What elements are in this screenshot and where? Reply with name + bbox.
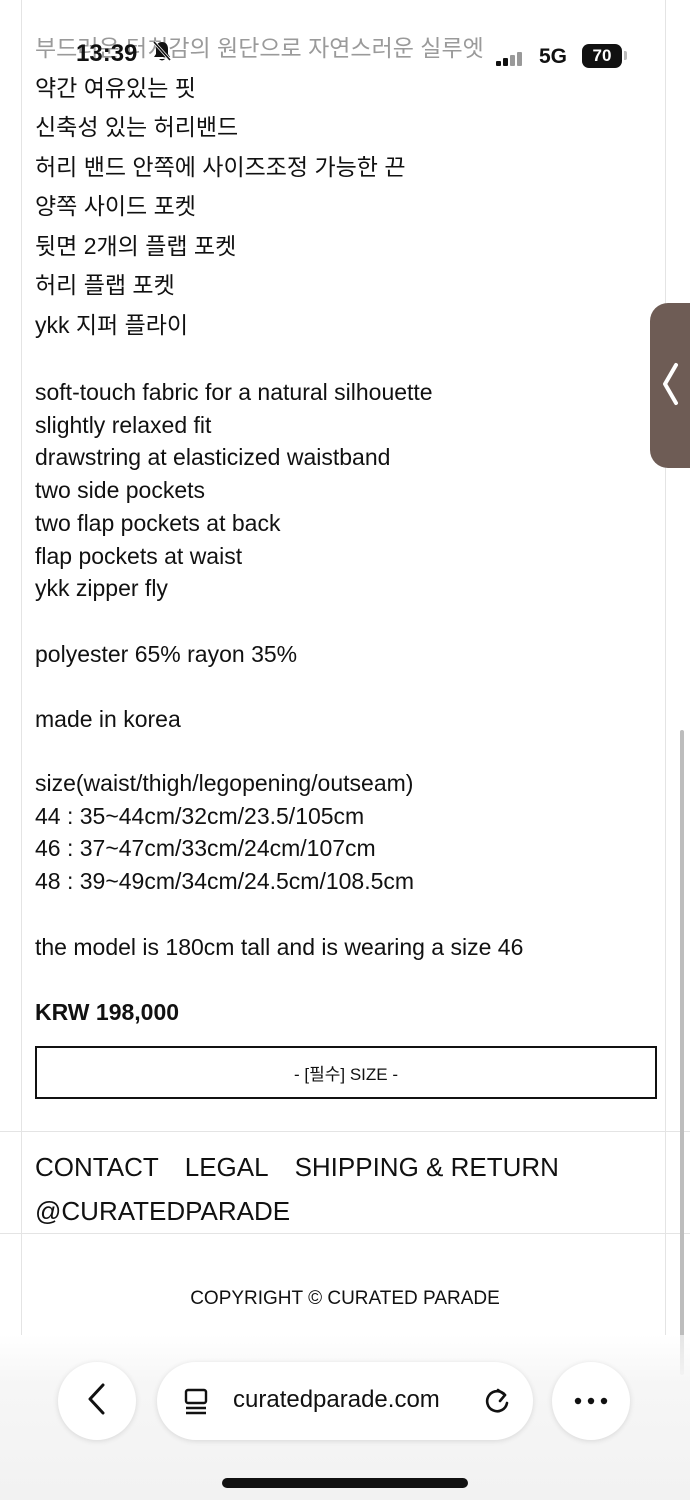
home-indicator[interactable]	[222, 1478, 468, 1488]
size-select[interactable]: - [필수] SIZE -	[35, 1046, 657, 1099]
reload-icon[interactable]	[483, 1386, 511, 1421]
description-line: slightly relaxed fit	[35, 411, 212, 438]
silent-bell-icon	[152, 40, 172, 68]
more-button[interactable]	[552, 1362, 630, 1440]
description-line: 뒷면 2개의 플랩 포켓	[35, 232, 237, 259]
description-line: 신축성 있는 허리밴드	[35, 114, 239, 140]
description-line: flap pockets at waist	[35, 542, 243, 569]
footer-links: CONTACT LEGAL SHIPPING & RETURN @CURATEDPA…	[35, 1145, 585, 1233]
chevron-left-icon	[660, 361, 680, 414]
size-info: size(waist/thigh/legopening/outseam) 44 …	[35, 767, 414, 898]
description-line: 허리 밴드 안쪽에 사이즈조정 가능한 끈	[35, 153, 406, 180]
scrollbar[interactable]	[680, 730, 684, 1375]
product-price: KRW 198,000	[35, 999, 180, 1025]
size-info-line: 48 : 39~49cm/34cm/24.5cm/108.5cm	[35, 868, 415, 895]
signal-icon	[496, 52, 524, 66]
description-line: two side pockets	[35, 477, 206, 504]
status-time: 13:39	[76, 40, 138, 67]
description-line: 허리 플랩 포켓	[35, 272, 175, 298]
battery-icon: 70	[582, 44, 622, 68]
material-text: polyester 65% rayon 35%	[35, 641, 298, 667]
description-line: 양쪽 사이드 포켓	[35, 193, 196, 219]
size-info-line: size(waist/thigh/legopening/outseam)	[35, 770, 414, 796]
description-line: soft-touch fabric for a natural silhouet…	[35, 379, 433, 405]
address-url: curatedparade.com	[233, 1386, 440, 1413]
page-right-border	[665, 0, 666, 1335]
model-note: the model is 180cm tall and is wearing a…	[35, 934, 524, 960]
size-info-line: 44 : 35~44cm/32cm/23.5/105cm	[35, 802, 365, 829]
description-line: drawstring at elasticized waistband	[35, 444, 391, 471]
back-button[interactable]	[58, 1362, 136, 1440]
description-line: ykk 지퍼 플라이	[35, 311, 189, 338]
back-icon	[86, 1382, 108, 1421]
footer-link-instagram[interactable]: @CURATEDPARADE	[35, 1189, 585, 1233]
description-line: two flap pockets at back	[35, 509, 281, 536]
status-bar: 13:39 5G 70	[0, 0, 690, 100]
address-bar[interactable]: curatedparade.com	[157, 1362, 533, 1440]
side-drawer-tab[interactable]	[650, 303, 690, 468]
copyright-text: COPYRIGHT © CURATED PARADE	[190, 1288, 500, 1309]
footer-link-contact[interactable]: CONTACT	[35, 1152, 159, 1182]
size-select-label: - [필수] SIZE -	[293, 1065, 398, 1084]
network-type: 5G	[539, 45, 568, 68]
description-english: soft-touch fabric for a natural silhouet…	[35, 376, 433, 605]
page-left-border	[21, 0, 22, 1335]
more-icon	[574, 1392, 608, 1410]
footer-link-shipping[interactable]: SHIPPING & RETURN	[295, 1152, 559, 1182]
battery-cap	[624, 51, 627, 60]
origin-text: made in korea	[35, 706, 181, 732]
reader-icon[interactable]	[183, 1388, 209, 1421]
size-info-line: 46 : 37~47cm/33cm/24cm/107cm	[35, 835, 376, 862]
footer-divider-bottom	[0, 1233, 690, 1234]
footer-divider-top	[0, 1131, 690, 1132]
footer-link-legal[interactable]: LEGAL	[185, 1152, 269, 1182]
description-line: ykk zipper fly	[35, 575, 168, 602]
